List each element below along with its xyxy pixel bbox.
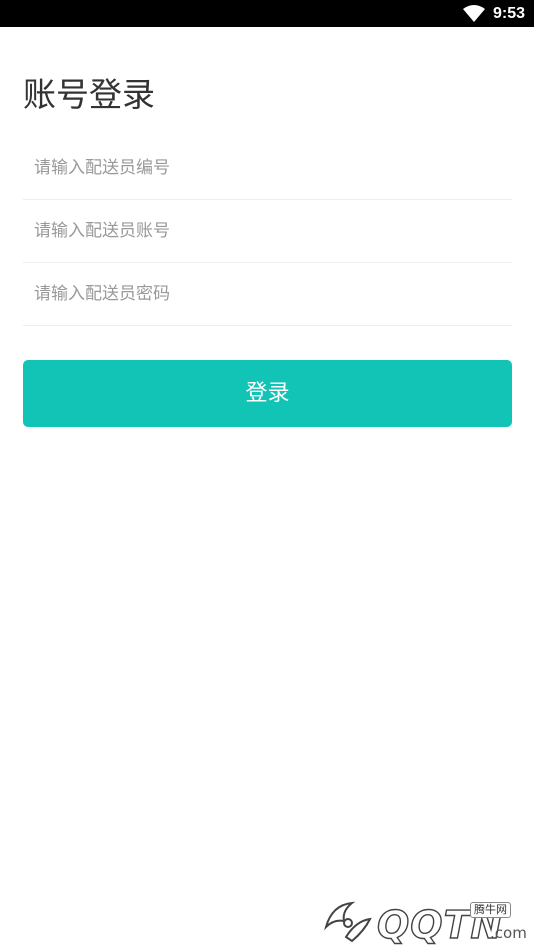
courier-account-input[interactable]	[23, 201, 512, 261]
courier-number-input[interactable]	[23, 138, 512, 198]
wifi-icon	[463, 5, 485, 22]
courier-password-input[interactable]	[23, 264, 512, 324]
status-bar: 9:53	[0, 0, 534, 27]
watermark-logo: QQTN .com 腾牛网	[322, 895, 530, 947]
login-button[interactable]: 登录	[23, 360, 512, 427]
watermark-swirl-icon	[324, 901, 372, 943]
courier-account-field	[23, 201, 512, 263]
watermark-suffix: .com	[490, 924, 527, 942]
status-time: 9:53	[493, 5, 526, 22]
watermark-badge: 腾牛网	[470, 902, 511, 918]
page-title: 账号登录	[23, 75, 155, 114]
courier-number-field	[23, 138, 512, 200]
courier-password-field	[23, 264, 512, 326]
